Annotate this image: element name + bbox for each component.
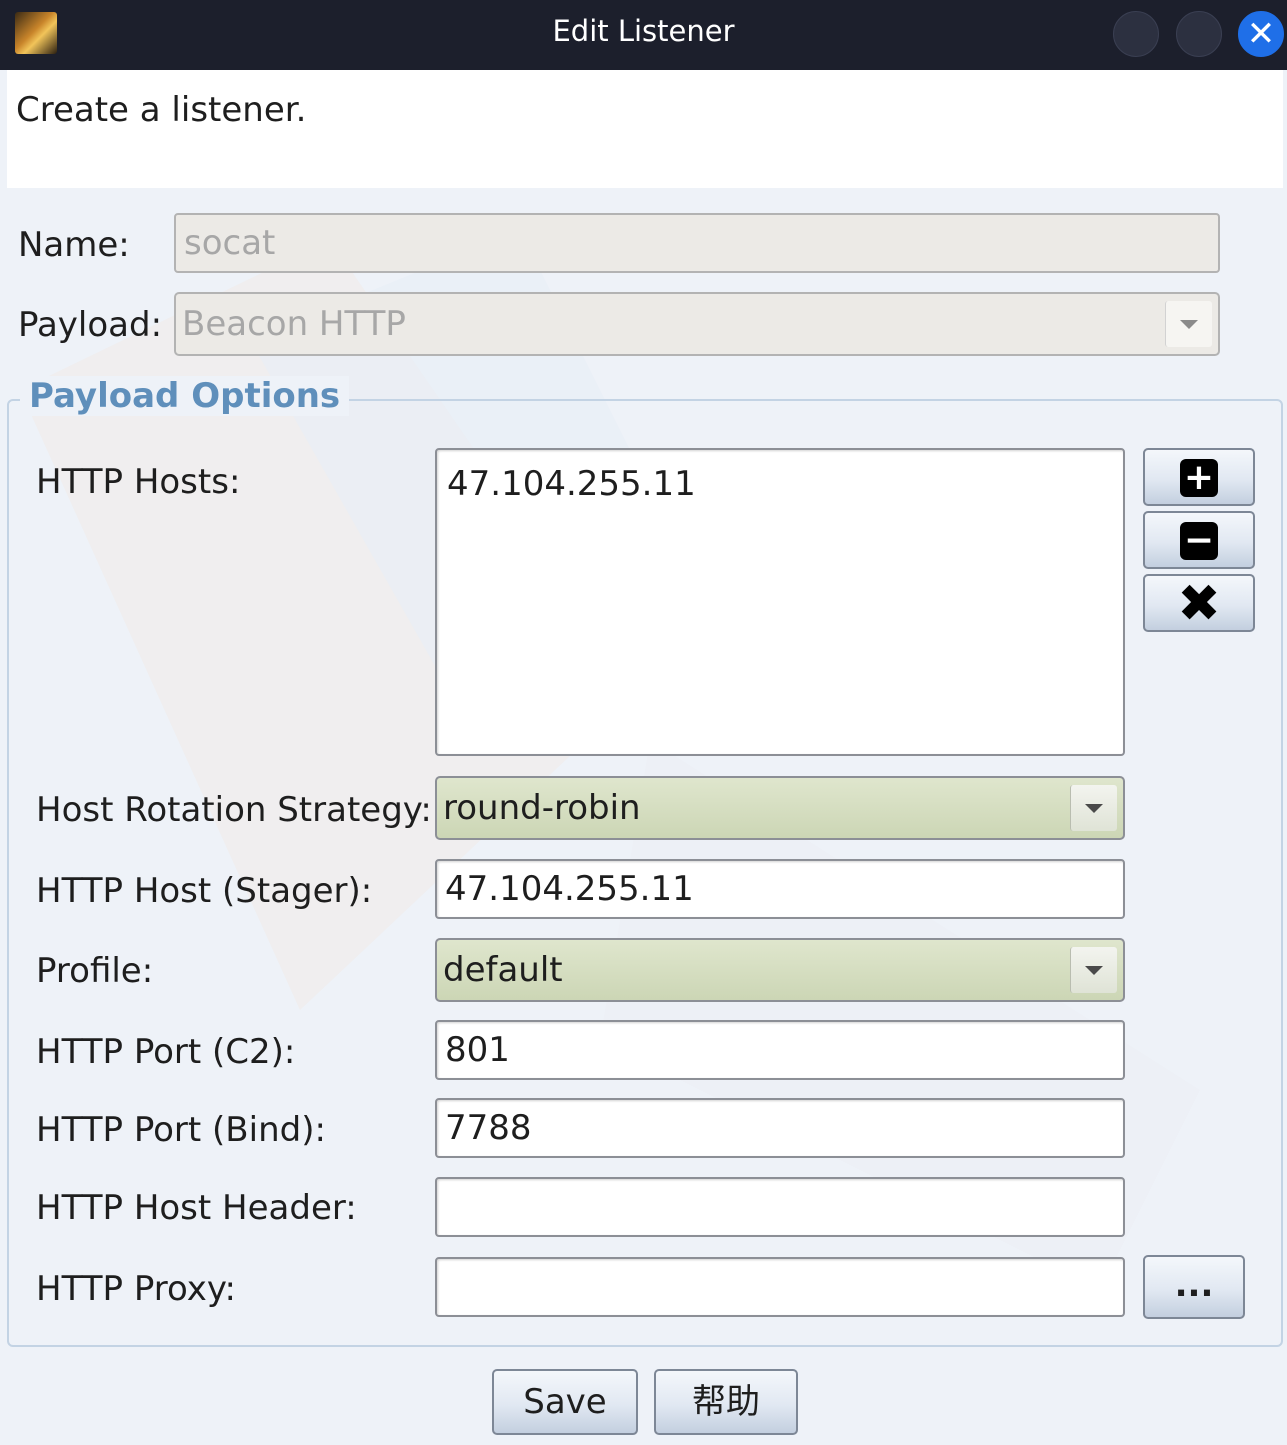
http-hosts-label: HTTP Hosts: bbox=[36, 462, 241, 502]
profile-select[interactable]: default bbox=[435, 938, 1125, 1002]
window-title: Edit Listener bbox=[552, 14, 735, 48]
chevron-down-icon[interactable] bbox=[1070, 785, 1117, 831]
description-text: Create a listener. bbox=[16, 90, 307, 130]
add-host-button[interactable]: + bbox=[1143, 448, 1255, 506]
http-proxy-field[interactable] bbox=[435, 1257, 1125, 1317]
chevron-down-icon[interactable] bbox=[1165, 301, 1212, 347]
close-icon: ✕ bbox=[1246, 14, 1276, 54]
help-button[interactable]: 帮助 bbox=[654, 1369, 798, 1435]
http-host-stager-label: HTTP Host (Stager): bbox=[36, 871, 373, 911]
http-proxy-browse-button[interactable]: ... bbox=[1143, 1255, 1245, 1319]
payload-label: Payload: bbox=[18, 305, 163, 345]
description-panel: Create a listener. bbox=[7, 70, 1283, 188]
name-field[interactable]: socat bbox=[174, 213, 1220, 273]
http-port-bind-label: HTTP Port (Bind): bbox=[36, 1110, 326, 1150]
payload-select-value: Beacon HTTP bbox=[182, 304, 406, 344]
clear-hosts-button[interactable]: ✖ bbox=[1143, 574, 1255, 632]
maximize-button[interactable] bbox=[1176, 11, 1222, 57]
http-host-stager-field[interactable]: 47.104.255.11 bbox=[435, 859, 1125, 919]
save-button[interactable]: Save bbox=[492, 1369, 638, 1435]
x-icon: ✖ bbox=[1177, 574, 1221, 634]
http-port-c2-label: HTTP Port (C2): bbox=[36, 1032, 296, 1072]
http-hosts-list[interactable]: 47.104.255.11 bbox=[435, 448, 1125, 756]
chevron-down-icon[interactable] bbox=[1070, 947, 1117, 993]
profile-label: Profile: bbox=[36, 951, 154, 991]
minus-icon: − bbox=[1180, 522, 1218, 560]
minimize-button[interactable] bbox=[1113, 11, 1159, 57]
http-port-c2-field[interactable]: 801 bbox=[435, 1020, 1125, 1080]
http-proxy-label: HTTP Proxy: bbox=[36, 1269, 236, 1309]
host-rotation-select[interactable]: round-robin bbox=[435, 776, 1125, 840]
host-rotation-label: Host Rotation Strategy: bbox=[36, 790, 432, 830]
profile-value: default bbox=[443, 950, 563, 990]
host-rotation-value: round-robin bbox=[443, 788, 641, 828]
list-item[interactable]: 47.104.255.11 bbox=[447, 464, 696, 504]
http-host-header-field[interactable] bbox=[435, 1177, 1125, 1237]
plus-icon: + bbox=[1180, 459, 1218, 497]
payload-options-title: Payload Options bbox=[20, 376, 350, 416]
payload-select[interactable]: Beacon HTTP bbox=[174, 292, 1220, 356]
http-host-header-label: HTTP Host Header: bbox=[36, 1188, 357, 1228]
http-port-bind-field[interactable]: 7788 bbox=[435, 1098, 1125, 1158]
window-titlebar[interactable]: Edit Listener ✕ bbox=[0, 0, 1287, 70]
name-label: Name: bbox=[18, 225, 130, 265]
close-button[interactable]: ✕ bbox=[1238, 11, 1284, 57]
remove-host-button[interactable]: − bbox=[1143, 511, 1255, 569]
